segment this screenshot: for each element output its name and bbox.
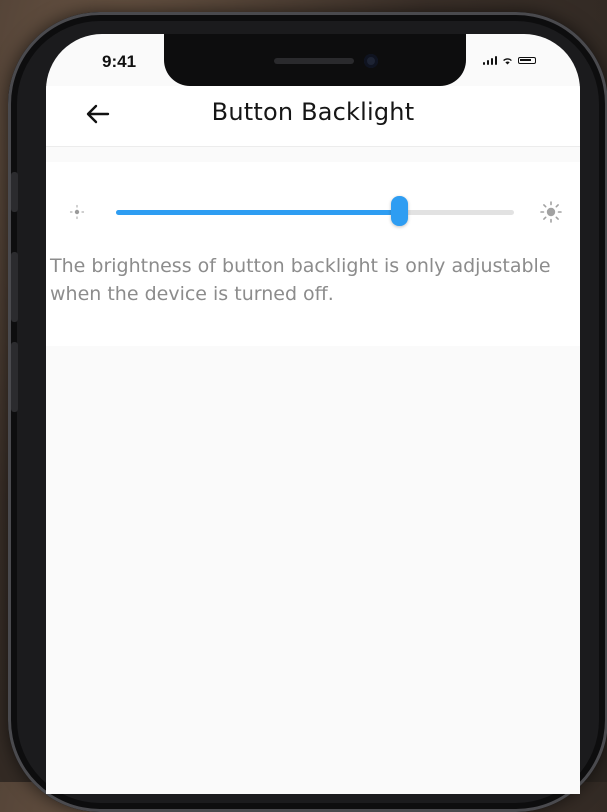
battery-icon bbox=[518, 57, 536, 64]
brightness-slider[interactable] bbox=[116, 196, 514, 226]
brightness-slider-fill bbox=[116, 210, 399, 215]
phone-screen: 9:41 Button Backlight The brightness of … bbox=[46, 34, 580, 794]
brightness-slider-thumb[interactable] bbox=[390, 196, 408, 226]
front-camera bbox=[364, 54, 378, 68]
volume-down-button bbox=[11, 342, 18, 412]
speaker-grille bbox=[274, 58, 354, 64]
notch bbox=[164, 34, 466, 86]
brightness-card: The brightness of button backlight is on… bbox=[46, 162, 580, 346]
mute-switch bbox=[11, 172, 18, 212]
app-header: Button Backlight bbox=[46, 86, 580, 147]
signal-icon bbox=[482, 56, 497, 65]
sun-dim-icon bbox=[69, 204, 85, 220]
wifi-icon bbox=[503, 57, 512, 65]
sun-bright-icon bbox=[540, 201, 562, 223]
volume-up-button bbox=[11, 252, 18, 322]
page-title: Button Backlight bbox=[211, 98, 415, 126]
status-time: 9:41 bbox=[102, 52, 137, 71]
status-icons bbox=[482, 56, 536, 65]
brightness-description: The brightness of button backlight is on… bbox=[50, 255, 551, 305]
